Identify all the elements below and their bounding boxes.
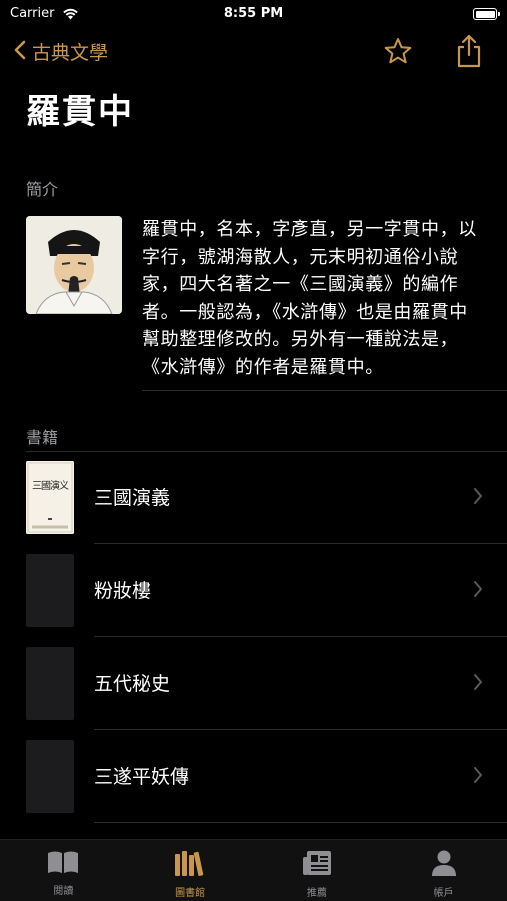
book-cover-placeholder [26,647,74,720]
tab-account[interactable]: 帳戶 [380,840,507,901]
intro-section-header: 簡介 [26,180,59,199]
book-open-icon [46,849,80,879]
tab-recommended[interactable]: 推薦 [254,840,381,901]
intro-text: 羅貫中，名本，字彥直，另一字貫中，以字行，號湖海散人，元末明初通俗小說家，四大名… [142,219,477,378]
book-title: 粉妝樓 [94,580,152,602]
clock: 8:55 PM [223,6,284,21]
author-portrait [26,216,122,314]
list-item[interactable]: 五代秘史 [0,637,507,730]
person-icon [430,849,458,881]
library-icon [173,849,207,881]
chevron-right-icon [473,487,483,509]
list-item[interactable]: 三遂平妖傳 [0,730,507,823]
book-title: 三國演義 [94,487,171,509]
list-item[interactable]: 三國演义 三國演義 [0,451,507,544]
chevron-right-icon [473,673,483,695]
divider [94,822,507,823]
tab-label: 閱讀 [53,886,74,897]
book-cover: 三國演义 [26,461,74,534]
book-cover-placeholder [26,740,74,813]
chevron-left-icon [14,40,26,64]
star-icon[interactable] [383,36,413,70]
book-cover-placeholder [26,554,74,627]
share-icon[interactable] [455,34,483,72]
chevron-right-icon [473,766,483,788]
tab-label: 圖書館 [175,888,206,899]
navigation-bar: 古典文學 [0,30,507,74]
books-section-header: 書籍 [26,428,59,447]
tab-reading[interactable]: 閱讀 [0,840,127,901]
tab-label: 帳戶 [433,888,454,899]
divider [142,390,507,391]
book-list: 三國演义 三國演義 粉妝樓 五代秘史 三遂平妖傳 [0,451,507,823]
tab-label: 推薦 [306,888,327,899]
chevron-right-icon [473,580,483,602]
page-title: 羅貫中 [26,92,134,132]
book-title: 五代秘史 [94,673,171,695]
list-item[interactable]: 粉妝樓 [0,544,507,637]
book-title: 三遂平妖傳 [94,766,190,788]
tab-library[interactable]: 圖書館 [127,840,254,901]
status-bar: Carrier 8:55 PM [0,0,507,30]
back-button-label: 古典文學 [32,42,109,64]
book-cover-title: 三國演义 [32,481,69,492]
news-icon [301,849,333,881]
back-button[interactable]: 古典文學 [14,38,108,65]
battery-icon [473,8,500,20]
tab-bar: 閱讀 圖書館 推薦 帳戶 [0,839,507,901]
